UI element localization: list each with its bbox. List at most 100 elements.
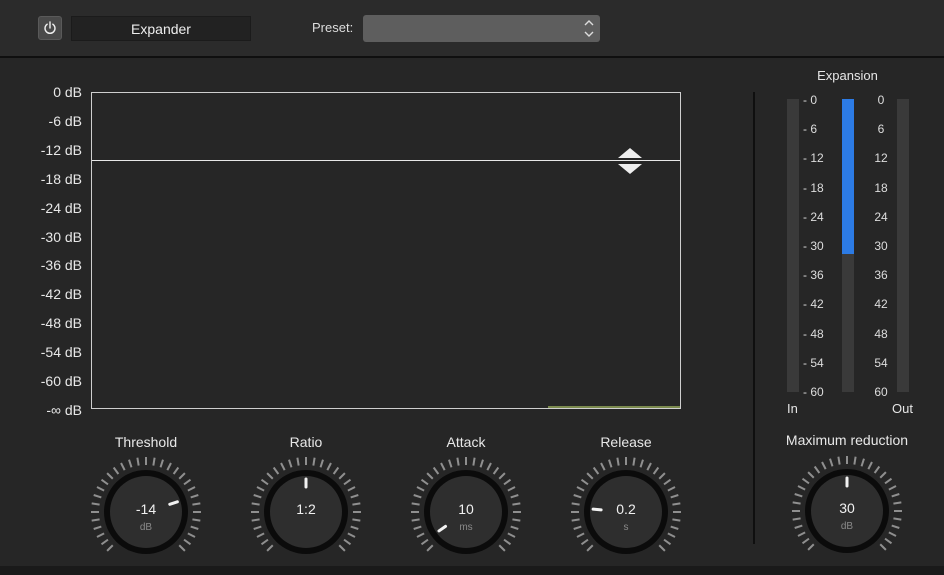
- knob-tick: [352, 518, 361, 522]
- meter-scale-right-label: 18: [874, 180, 888, 195]
- ratio-label: Ratio: [289, 434, 323, 450]
- knob-tick: [503, 478, 512, 486]
- knob-tick: [652, 466, 660, 475]
- bottom-strip: [0, 566, 944, 575]
- knob-tick: [663, 478, 672, 486]
- preset-select[interactable]: [363, 15, 600, 42]
- power-icon: [44, 21, 56, 35]
- knob-tick: [159, 459, 164, 468]
- knob-tick: [837, 456, 841, 465]
- knob-tick: [128, 459, 133, 468]
- knob-tick: [187, 532, 196, 538]
- knob-tick: [93, 494, 102, 499]
- max-reduction-label: Maximum reduction: [785, 432, 909, 448]
- knob-tick: [891, 493, 900, 498]
- knob-tick: [670, 494, 679, 499]
- knob-tick: [96, 532, 105, 538]
- meter-scale-left-label: - 12: [803, 151, 824, 166]
- knob-tick: [658, 472, 666, 480]
- release-value: 0.2: [616, 501, 636, 517]
- knob-tick: [807, 471, 815, 479]
- knob-tick: [456, 457, 460, 466]
- knob-tick: [576, 486, 585, 492]
- knob-tick: [152, 457, 156, 466]
- knob-tick: [411, 518, 420, 522]
- knob-tick: [190, 494, 199, 499]
- meter-scale-right-label: 0: [877, 93, 885, 107]
- knob-tick: [296, 457, 300, 466]
- knob-tick: [343, 478, 352, 486]
- meter-scale-right-label: 12: [874, 151, 888, 166]
- knob-tick: [260, 538, 269, 546]
- meter-scale-right-label: 60: [874, 385, 888, 399]
- threshold-line[interactable]: [92, 160, 680, 161]
- knob-tick: [507, 532, 516, 538]
- knob-tick: [512, 518, 521, 522]
- knob-tick: [96, 486, 105, 492]
- knob-tick: [266, 544, 274, 552]
- db-label: 0 dB: [53, 84, 82, 100]
- knob-tick: [801, 537, 810, 545]
- knob-tick: [498, 472, 506, 480]
- db-label: -∞ dB: [46, 401, 82, 418]
- knob-tick: [251, 518, 260, 522]
- attack-knob[interactable]: 10 ms: [406, 452, 526, 572]
- knob-tick: [860, 458, 865, 467]
- knob-tick: [888, 531, 897, 537]
- knob-tick: [888, 485, 897, 491]
- knob-tick: [347, 486, 356, 492]
- output-meter: [897, 99, 909, 392]
- knob-tick: [266, 472, 274, 480]
- knob-tick: [100, 478, 109, 486]
- release-unit: s: [623, 522, 629, 533]
- knob-tick: [586, 544, 594, 552]
- threshold-handle-icon[interactable]: [617, 147, 643, 175]
- knob-tick: [347, 532, 356, 538]
- knob-tick: [667, 532, 676, 538]
- meter-scale-left-label: - 54: [803, 355, 824, 370]
- knob-tick: [472, 457, 476, 466]
- knob-tick: [586, 472, 594, 480]
- meter-scale-left-label: - 60: [803, 385, 824, 399]
- knob-tick: [416, 486, 425, 492]
- knob-tick: [112, 466, 120, 475]
- db-label: -36 dB: [40, 257, 82, 274]
- db-label: -18 dB: [40, 170, 82, 187]
- signal-trace: [548, 406, 680, 408]
- meter-scale-right-label: 6: [877, 122, 885, 137]
- meter-scale-left-label: - 30: [803, 239, 824, 253]
- knob-tick: [807, 543, 815, 551]
- db-label: -24 dB: [40, 199, 82, 216]
- knob-tick: [592, 466, 600, 475]
- knob-tick: [183, 478, 192, 486]
- ratio-knob[interactable]: 1:2: [246, 452, 366, 572]
- top-bar: Expander Preset:: [0, 0, 944, 58]
- knob-tick: [498, 544, 506, 552]
- knob-tick: [413, 494, 422, 499]
- knob-tick: [350, 494, 359, 499]
- knob-tick: [426, 472, 434, 480]
- knob-tick: [829, 458, 834, 467]
- knob-tick: [312, 457, 316, 466]
- knob-tick: [600, 462, 606, 471]
- knob-tick: [801, 477, 810, 485]
- knob-tick: [178, 472, 186, 480]
- knob-tick: [253, 494, 262, 499]
- knob-tick: [853, 456, 857, 465]
- power-button[interactable]: [38, 16, 62, 40]
- ratio-value: 1:2: [296, 501, 316, 517]
- threshold-knob[interactable]: -14 dB: [86, 452, 206, 572]
- knob-tick: [646, 462, 652, 471]
- transfer-graph[interactable]: [91, 92, 681, 409]
- meter-scale-left-label: - 24: [803, 209, 824, 224]
- max-reduction-knob[interactable]: 30 dB: [787, 451, 907, 571]
- db-label: -48 dB: [40, 315, 82, 332]
- meter-scale-left-label: - 6: [803, 122, 818, 137]
- release-knob[interactable]: 0.2 s: [566, 452, 686, 572]
- knob-tick: [183, 538, 192, 546]
- threshold-label: Threshold: [114, 434, 178, 450]
- knob-tick: [338, 544, 346, 552]
- knob-tick: [510, 494, 519, 499]
- meter-scale-left-label: - 48: [803, 326, 824, 341]
- knob-tick: [576, 532, 585, 538]
